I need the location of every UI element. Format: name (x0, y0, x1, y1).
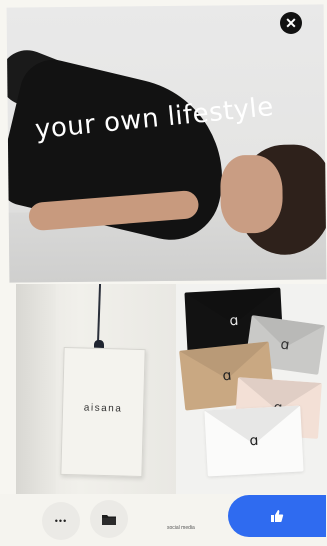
close-icon: ✕ (285, 14, 297, 31)
envelope-logo: ɑ (279, 336, 291, 354)
tag-fine-print (62, 458, 142, 460)
close-button[interactable]: ✕ (280, 12, 302, 34)
more-icon: ••• (54, 516, 68, 526)
bottom-toolbar: ••• social media (0, 494, 327, 546)
hero-photo[interactable]: your own lifestyle (6, 4, 327, 283)
save-to-folder-button[interactable] (90, 500, 128, 538)
envelope-white: ɑ (204, 405, 304, 477)
envelope-logo: ɑ (249, 432, 259, 450)
hang-tag: aisana (60, 346, 146, 478)
envelopes-photo[interactable]: ɑ ɑ ɑ ɑ ɑ (176, 284, 327, 494)
board-label[interactable]: social media (167, 525, 195, 531)
tag-string (96, 284, 102, 345)
tag-photo[interactable]: aisana (16, 284, 176, 494)
like-button[interactable] (228, 495, 326, 537)
envelope-logo: ɑ (221, 367, 233, 385)
fabric-fold (16, 284, 56, 494)
more-options-button[interactable]: ••• (42, 502, 80, 540)
tag-fine-print (62, 450, 142, 452)
envelope-logo: ɑ (229, 312, 239, 330)
hero-face (220, 154, 283, 234)
folder-icon (102, 514, 116, 525)
thumbs-up-icon (271, 510, 284, 522)
tag-brand: aisana (83, 402, 123, 415)
pin-card: your own lifestyle ✕ aisana ɑ ɑ ɑ ɑ ɑ ••… (0, 0, 327, 546)
